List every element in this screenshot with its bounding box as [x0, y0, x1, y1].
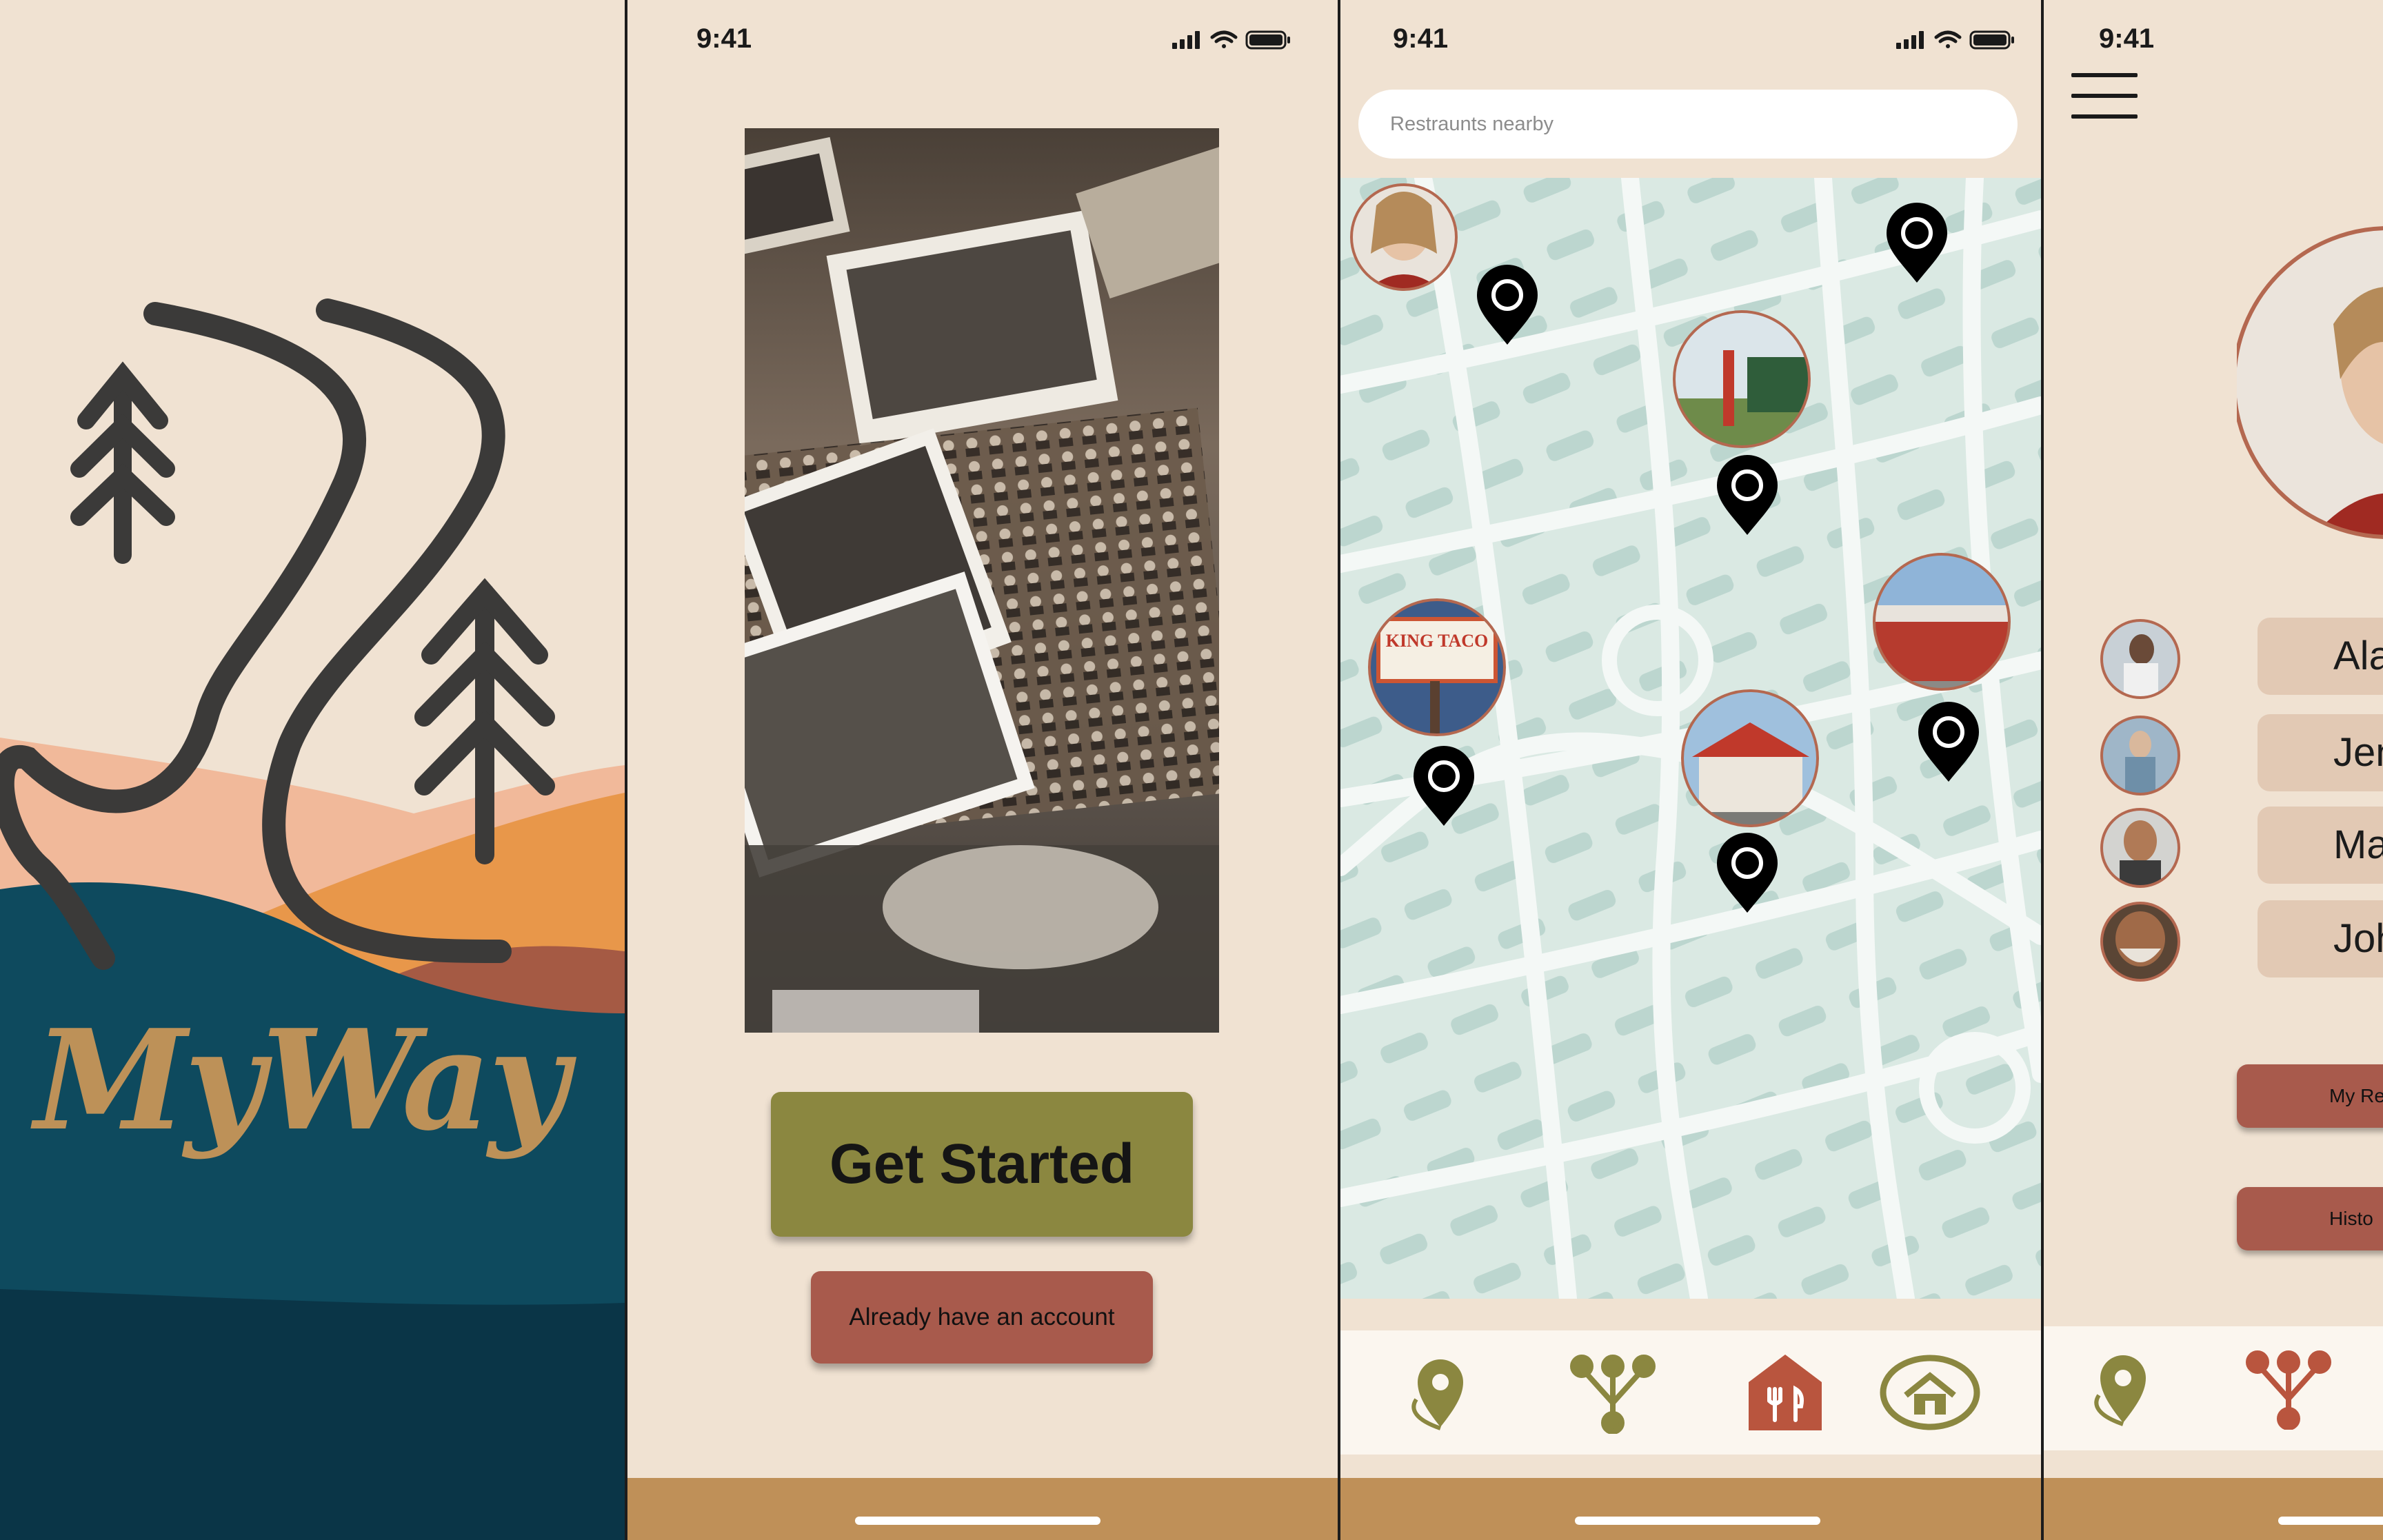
hamburger-line — [2071, 94, 2138, 98]
network-icon — [2246, 1350, 2331, 1430]
contact-name: Jenn — [2258, 714, 2383, 791]
status-time: 9:41 — [696, 23, 752, 54]
contact-avatar — [2100, 808, 2180, 888]
hamburger-line — [2071, 73, 2138, 77]
contact-avatar — [2100, 902, 2180, 982]
battery-icon — [1969, 30, 2014, 50]
welcome-screen: 9:41 Get Started Already have an account — [627, 0, 1338, 1540]
home-bar — [627, 1478, 1338, 1540]
contact-avatar — [2100, 619, 2180, 699]
status-time: 9:41 — [1393, 23, 1449, 54]
home-indicator[interactable] — [1575, 1517, 1820, 1525]
get-started-button[interactable]: Get Started — [771, 1092, 1193, 1237]
wifi-icon — [1934, 30, 1962, 48]
nav-network-button[interactable] — [2237, 1347, 2340, 1430]
map-pins — [1414, 203, 1979, 913]
home-bar — [1340, 1478, 2041, 1540]
contact-row[interactable]: Alan — [2099, 618, 2383, 699]
location-pin-icon — [1411, 1359, 1463, 1430]
profile-screen: 9:41 Alan Jenn — [2044, 0, 2383, 1540]
map-pin-icon[interactable] — [1414, 746, 1474, 826]
hamburger-line — [2071, 114, 2138, 119]
map-pin-icon[interactable] — [1717, 455, 1778, 535]
profile-avatar — [2237, 226, 2383, 539]
contact-name: Johnn — [2258, 900, 2383, 977]
vintage-photos-image — [745, 128, 1219, 1033]
status-icons — [1896, 30, 2014, 50]
home-icon — [1880, 1355, 1980, 1430]
nav-restaurant-button[interactable] — [1733, 1351, 1837, 1434]
battery-icon — [1245, 30, 1290, 50]
contact-name: Martin — [2258, 807, 2383, 884]
status-icons — [1172, 30, 1290, 50]
map-pin-icon[interactable] — [1477, 265, 1538, 345]
wifi-icon — [1210, 30, 1238, 48]
history-button[interactable]: Histo — [2237, 1187, 2383, 1250]
bottom-nav — [1340, 1330, 2041, 1455]
splash-screen: MyWay — [0, 0, 625, 1540]
contact-row[interactable]: Jenn — [2099, 714, 2383, 796]
nav-home-button[interactable] — [1878, 1351, 1982, 1434]
splash-illustration — [0, 0, 625, 1540]
my-restaurants-button[interactable]: My Re — [2237, 1064, 2383, 1128]
network-icon — [1570, 1355, 1656, 1435]
home-indicator[interactable] — [2278, 1517, 2383, 1525]
location-pin-icon — [2094, 1355, 2146, 1426]
contact-row[interactable]: Johnn — [2099, 900, 2383, 982]
menu-button[interactable] — [2071, 73, 2138, 121]
app-logo-text: MyWay — [34, 1000, 569, 1162]
search-input[interactable] — [1358, 90, 2018, 159]
contact-avatar — [2100, 716, 2180, 796]
already-have-account-button[interactable]: Already have an account — [811, 1271, 1153, 1364]
map-pin-icon[interactable] — [1717, 833, 1778, 913]
nav-network-button[interactable] — [1561, 1351, 1665, 1435]
signal-icon — [1896, 31, 1924, 49]
nav-location-button[interactable] — [1389, 1351, 1492, 1434]
home-bar — [2044, 1478, 2383, 1540]
bottom-nav — [2044, 1326, 2383, 1450]
status-time: 9:41 — [2099, 23, 2155, 54]
contact-row[interactable]: Martin — [2099, 807, 2383, 888]
map-pin-icon[interactable] — [1887, 203, 1947, 283]
signal-icon — [1172, 31, 1200, 49]
map-pin-icon[interactable] — [1918, 702, 1979, 782]
map-screen: 9:41 Restraunts nearby KING TACO — [1340, 0, 2041, 1540]
contact-name: Alan — [2258, 618, 2383, 695]
nav-location-button[interactable] — [2071, 1347, 2175, 1430]
home-indicator[interactable] — [855, 1517, 1100, 1525]
restaurant-icon — [1749, 1355, 1822, 1430]
